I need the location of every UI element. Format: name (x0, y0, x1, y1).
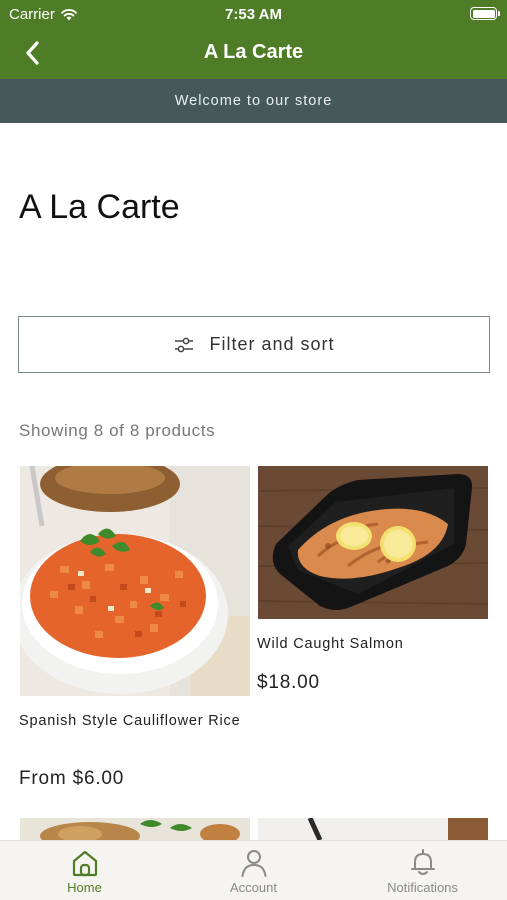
tab-notifications-label: Notifications (387, 880, 458, 895)
app-header: Carrier 7:53 AM A La Carte (0, 0, 507, 79)
home-icon (72, 850, 97, 877)
product-image-next-left[interactable] (20, 818, 250, 840)
status-bar: Carrier 7:53 AM (0, 0, 507, 28)
bell-icon (410, 849, 435, 875)
status-time: 7:53 AM (225, 6, 282, 23)
product-price-cauliflower-rice: From $6.00 (19, 768, 125, 789)
battery-icon (470, 7, 500, 20)
product-image-next-right[interactable] (258, 818, 488, 840)
product-name-salmon[interactable]: Wild Caught Salmon (257, 634, 487, 654)
product-price-salmon: $18.00 (257, 672, 320, 693)
tab-home[interactable]: Home (0, 841, 169, 900)
navigation-bar: A La Carte (0, 30, 507, 76)
sliders-icon (175, 337, 194, 352)
filter-sort-label: Filter and sort (209, 334, 335, 354)
tab-notifications[interactable]: Notifications (338, 841, 507, 900)
bottom-tab-bar: Home Account Notifications (0, 840, 507, 900)
tab-account[interactable]: Account (169, 841, 338, 900)
tab-account-label: Account (230, 880, 277, 895)
account-icon (241, 850, 266, 877)
page-title: A La Carte (19, 188, 180, 226)
product-image-salmon[interactable] (258, 466, 488, 619)
product-name-cauliflower-rice[interactable]: Spanish Style Cauliflower Rice (19, 711, 244, 731)
filter-sort-button[interactable]: Filter and sort (18, 316, 490, 373)
announcement-banner: Welcome to our store (0, 79, 507, 123)
tab-home-label: Home (67, 880, 102, 895)
product-image-cauliflower-rice[interactable] (20, 466, 250, 696)
product-count: Showing 8 of 8 products (19, 421, 216, 440)
nav-title: A La Carte (203, 41, 304, 63)
